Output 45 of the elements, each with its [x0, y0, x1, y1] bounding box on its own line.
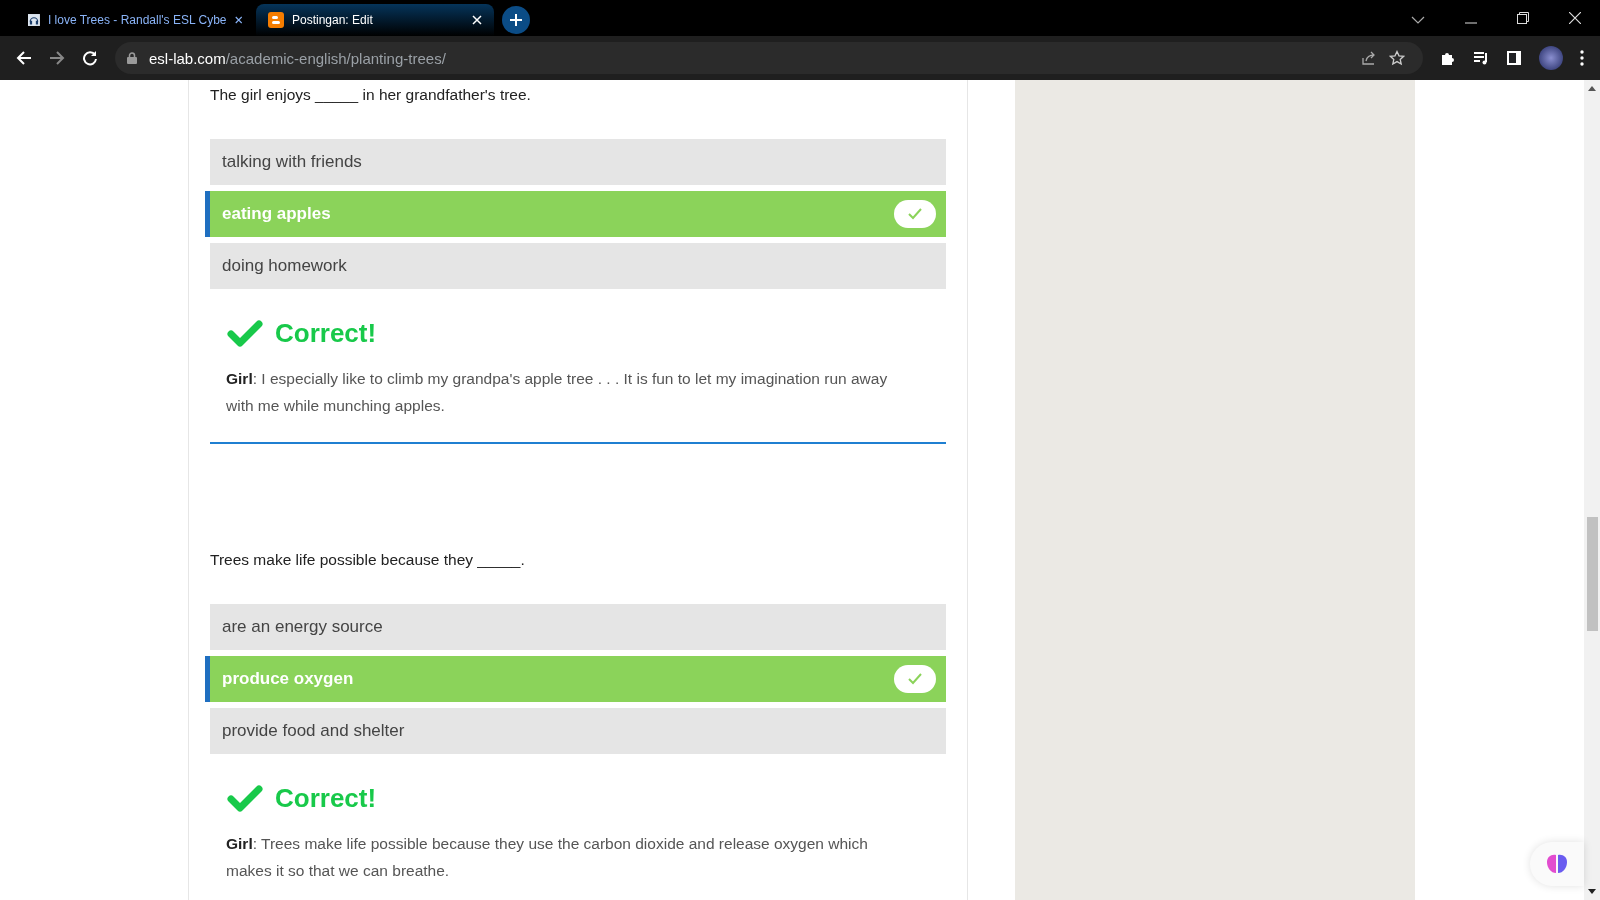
answer-option[interactable]: provide food and shelter — [210, 708, 946, 754]
checkmark-icon — [227, 784, 263, 813]
puzzle-icon[interactable] — [1440, 50, 1456, 66]
new-tab-button[interactable] — [502, 6, 530, 34]
close-icon[interactable] — [1569, 12, 1581, 24]
side-panel-icon[interactable] — [1506, 50, 1522, 66]
scrollbar[interactable] — [1584, 80, 1600, 900]
scrollbar-thumb[interactable] — [1586, 517, 1598, 631]
floating-widget-button[interactable] — [1530, 842, 1584, 886]
browser-tab[interactable]: Postingan: Edit — [256, 4, 494, 36]
answer-option[interactable]: are an energy source — [210, 604, 946, 650]
scroll-down-icon[interactable] — [1588, 889, 1596, 894]
browser-tab[interactable]: I love Trees - Randall's ESL Cybe — [16, 4, 254, 36]
plus-icon — [509, 13, 523, 27]
restore-icon[interactable] — [1517, 12, 1529, 24]
reload-icon[interactable] — [82, 50, 98, 66]
checkmark-icon — [227, 319, 263, 348]
blogger-favicon-icon — [268, 12, 284, 28]
feedback-heading: Correct! — [275, 318, 377, 349]
checkmark-icon — [894, 200, 936, 228]
lock-icon — [127, 52, 137, 64]
star-icon[interactable] — [1389, 50, 1405, 66]
explanation-text: Girl: I especially like to climb my grandpa's apple tree . . . It is fun to let my imagination run away with me while munching apples. — [226, 369, 889, 416]
question-text: Trees make life possible because they _____. — [210, 550, 526, 570]
feedback-heading: Correct! — [275, 783, 377, 814]
back-arrow-icon[interactable] — [16, 50, 32, 66]
profile-avatar[interactable] — [1539, 46, 1563, 70]
tab-title: Postingan: Edit — [292, 13, 374, 27]
scroll-up-icon[interactable] — [1588, 86, 1596, 91]
explanation-text: Girl: Trees make life possible because they use the carbon dioxide and release oxygen which makes it so that we can breathe. — [226, 834, 869, 881]
question-text: The girl enjoys _____ in her grandfather's tree. — [210, 85, 532, 105]
checkmark-icon — [894, 665, 936, 693]
headphones-favicon-icon — [28, 12, 40, 28]
close-icon[interactable] — [234, 15, 242, 25]
forward-arrow-icon[interactable] — [49, 50, 65, 66]
answer-option[interactable]: talking with friends — [210, 139, 946, 185]
share-icon[interactable] — [1361, 50, 1377, 66]
answer-option[interactable]: doing homework — [210, 243, 946, 289]
more-menu-icon[interactable] — [1580, 50, 1584, 66]
chevron-down-icon[interactable] — [1411, 16, 1425, 24]
playlist-icon[interactable] — [1473, 50, 1489, 66]
brain-icon — [1545, 853, 1569, 875]
tab-title: I love Trees - Randall's ESL Cybe — [47, 13, 227, 27]
url-text: esl-lab.com/academic-english/planting-trees/ — [149, 49, 446, 67]
address-bar[interactable]: esl-lab.com/academic-english/planting-trees/ — [115, 42, 1423, 74]
